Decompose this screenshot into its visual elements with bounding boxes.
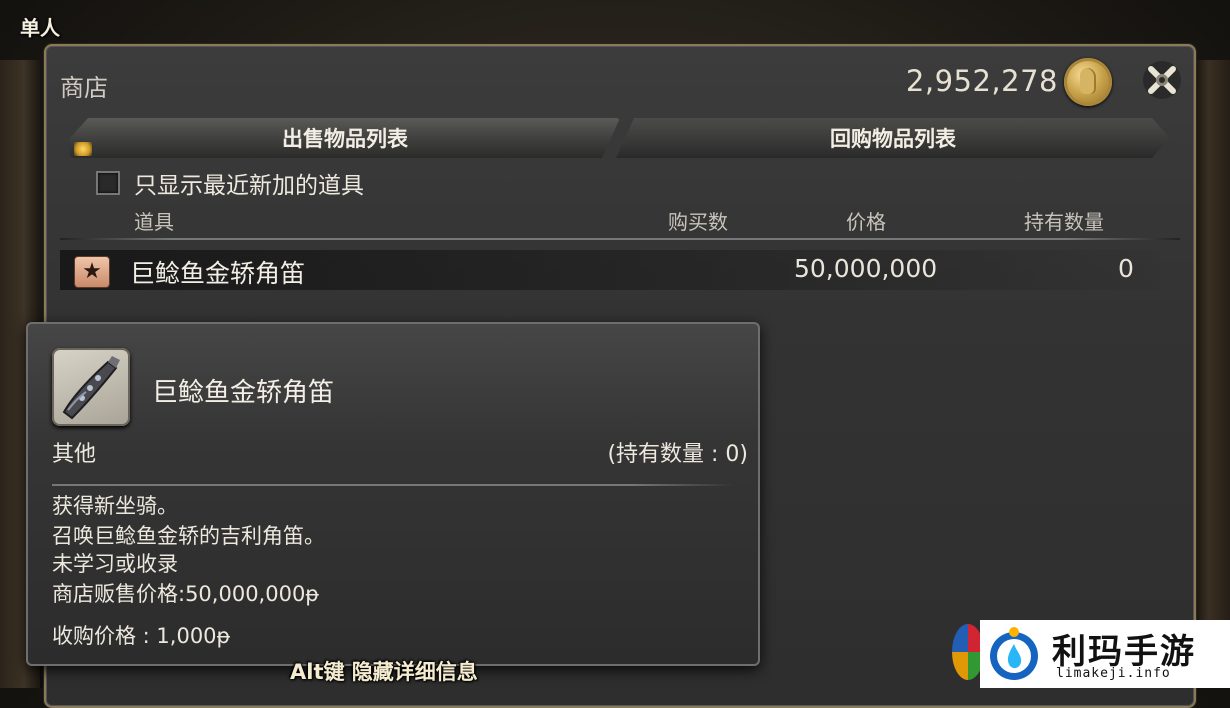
tooltip-divider <box>52 484 734 486</box>
column-header-item: 道具 <box>134 210 174 234</box>
tooltip-description-line: 获得新坐骑。 <box>52 494 178 518</box>
star-icon: ★ <box>74 256 110 288</box>
gil-coin-icon <box>1064 58 1112 106</box>
watermark-logo-icon <box>990 627 1038 680</box>
tooltip-description-line: 召唤巨鲶鱼金轿的吉利角笛。 <box>52 524 325 548</box>
tooltip-shop-price: 商店贩售价格:50,000,000ᵽ <box>52 582 320 606</box>
watermark: 利玛手游 limakeji.info <box>980 620 1230 688</box>
gil-amount: 2,952,278 <box>905 64 1058 98</box>
item-name: 巨鲶鱼金轿角笛 <box>130 259 306 288</box>
tooltip-description-line: 未学习或收录 <box>52 552 178 576</box>
column-header-quantity: 购买数 <box>668 210 728 234</box>
column-header-price: 价格 <box>846 210 886 234</box>
background-right <box>1194 60 1230 688</box>
tooltip-owned: (持有数量 : 0) <box>607 442 748 467</box>
close-icon <box>1143 61 1181 99</box>
tooltip-title: 巨鲶鱼金轿角笛 <box>152 378 335 408</box>
close-button[interactable] <box>1140 58 1184 102</box>
watermark-url: limakeji.info <box>1056 666 1171 681</box>
alt-hide-details-hint: Alt键 隐藏详细信息 <box>290 660 478 684</box>
window-title: 商店 <box>60 74 108 102</box>
filter-row: 只显示最近新加的道具 <box>96 166 364 200</box>
recent-items-checkbox[interactable] <box>96 171 120 195</box>
item-tooltip: 巨鲶鱼金轿角笛 其他 (持有数量 : 0) 获得新坐骑。 召唤巨鲶鱼金轿的吉利角… <box>26 322 760 666</box>
horn-icon <box>52 348 130 426</box>
item-price: 50,000,000 <box>794 254 938 283</box>
tab-buyback-label: 回购物品列表 <box>830 127 956 151</box>
player-label: 单人 <box>20 16 60 40</box>
item-owned: 0 <box>1118 254 1134 283</box>
table-row[interactable]: ★ 巨鲶鱼金轿角笛 50,000,000 0 <box>60 250 1160 290</box>
active-tab-indicator <box>74 142 92 156</box>
tab-sell-label: 出售物品列表 <box>282 127 408 151</box>
column-header-owned: 持有数量 <box>1024 210 1104 234</box>
tab-buyback-list[interactable]: 回购物品列表 <box>616 118 1170 158</box>
tooltip-category: 其他 <box>52 442 97 467</box>
header-divider <box>60 238 1180 240</box>
filter-label: 只显示最近新加的道具 <box>134 173 364 199</box>
tooltip-buy-price: 收购价格 : 1,000ᵽ <box>52 624 231 648</box>
tab-sell-list[interactable]: 出售物品列表 <box>70 118 620 158</box>
